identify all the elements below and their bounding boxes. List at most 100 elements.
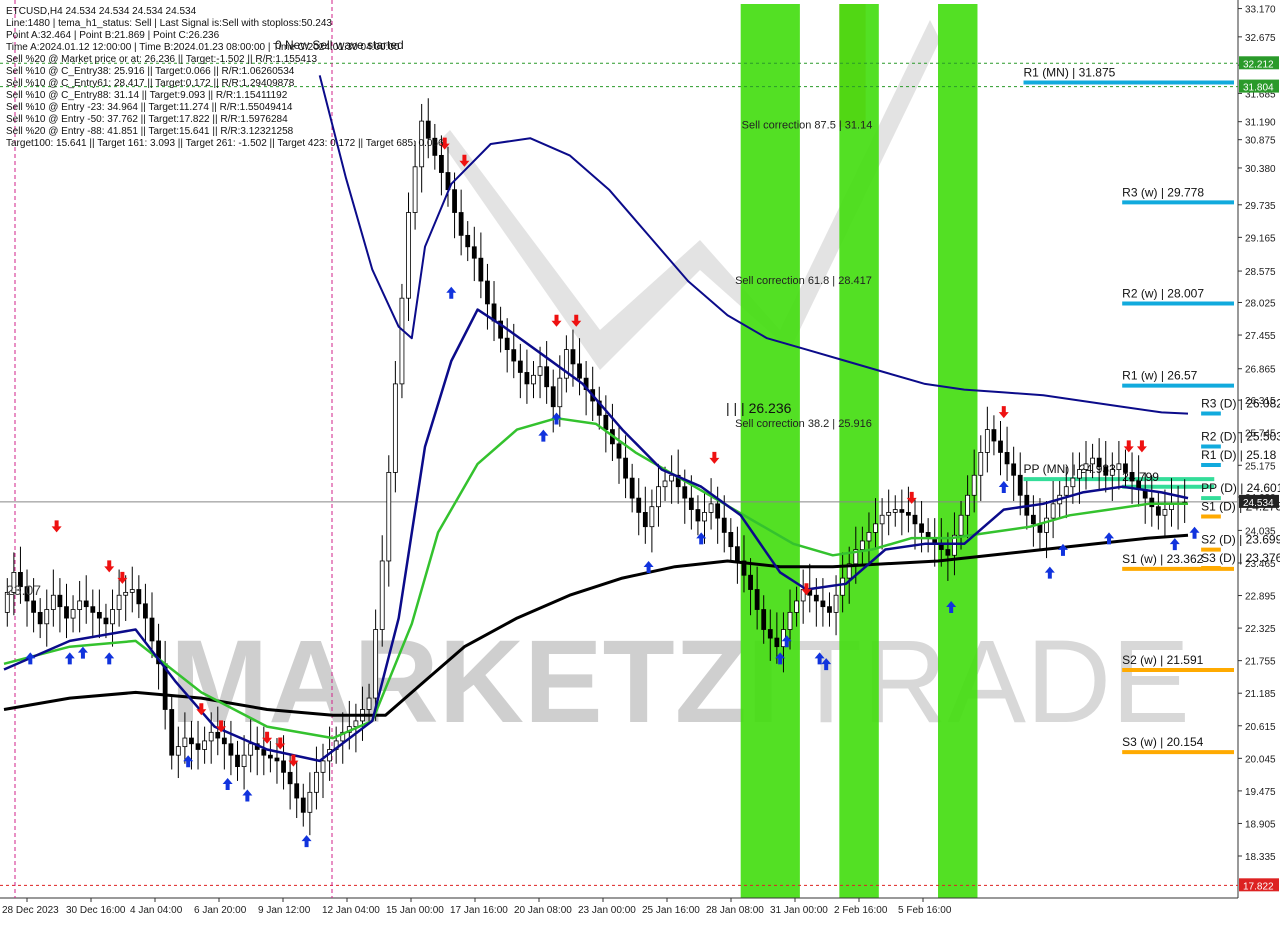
y-tick-label: 27.455 [1245,331,1276,342]
candle-body [261,749,267,756]
candle-body [827,606,832,613]
candle-body [642,512,648,528]
candle-body [774,637,780,648]
candle-body [1116,463,1122,470]
candle-body [300,797,306,813]
level-label: PP (MN) | 24.933 [1024,462,1117,476]
candle-body [373,629,379,699]
candle-body [1129,472,1135,482]
candle-body [978,452,984,476]
candle-body [813,594,819,602]
y-tick-label: 30.380 [1245,164,1276,175]
candle-body [386,472,392,562]
candle-body [103,617,109,625]
candle-body [708,503,714,513]
candle-body [1149,497,1155,508]
y-tick-label: 23.465 [1245,559,1276,570]
wave-label: 0 New Sell wave started [275,38,404,52]
candle-body [110,609,115,625]
correction-zone [740,4,800,898]
candle-body [906,512,911,516]
y-tick-label: 24.035 [1245,526,1276,537]
y-tick-label: 29.165 [1245,233,1276,244]
candle-body [531,374,536,385]
y-tick-label: 20.045 [1245,754,1276,765]
watermark-brand-bold: MARKETZI [170,616,780,748]
candle-body [504,337,510,351]
candle-body [50,594,56,610]
x-tick-label: 12 Jan 04:00 [322,905,380,916]
candle-body [550,386,556,408]
y-tick-label: 18.905 [1245,819,1276,830]
level-label: S2 (w) | 21.591 [1122,653,1203,667]
candle-body [1011,463,1017,476]
y-tick-label: 21.755 [1245,657,1276,668]
x-tick-label: 23 Jan 00:00 [578,905,636,916]
candle-body [965,494,971,516]
candle-body [728,532,734,548]
candle-body [998,440,1003,453]
candle-body [465,234,471,248]
candle-body [314,771,319,793]
level-label: S3 (w) | 20.154 [1122,735,1203,749]
candle-body [267,754,273,759]
x-tick-label: 2 Feb 16:00 [834,905,888,916]
candle-body [1083,463,1089,470]
level-label: R1 (w) | 26.57 [1122,369,1197,383]
candle-body [702,512,707,522]
candle-body [820,600,826,608]
info-line: Line:1480 | tema_h1_status: Sell | Last … [6,18,332,29]
candle-body [623,457,628,479]
candle-body [840,577,846,596]
info-line: Sell %20 @ Entry -88: 41.851 || Target:1… [6,126,294,137]
candle-body [143,603,148,619]
info-line: Sell %20 @ Market price or at: 26.236 ||… [6,54,318,65]
candle-body [123,591,129,596]
candle-body [471,246,477,259]
candle-body [945,549,951,556]
candle-body [57,594,63,608]
x-tick-label: 31 Jan 00:00 [770,905,828,916]
candle-body [971,474,977,496]
candle-body [767,629,773,639]
y-tick-label: 22.325 [1245,624,1276,635]
candle-body [96,611,102,619]
y-tick-label: 19.475 [1245,787,1276,798]
level-label: S1 (w) | 23.362 [1122,552,1203,566]
candle-body [919,523,924,533]
level-label: R1 (D) | 25.18 [1201,448,1276,462]
candle-body [379,560,385,630]
x-tick-label: 30 Dec 16:00 [66,905,126,916]
info-line: Sell %10 @ C_Entry61: 28.417 || Target:0… [6,78,295,89]
candle-body [537,366,543,376]
candle-body [695,509,701,522]
x-tick-label: 15 Jan 00:00 [386,905,444,916]
y-tick-label: 32.675 [1245,33,1276,44]
y-tick-label: 25.175 [1245,461,1276,472]
candle-body [524,372,530,385]
candle-body [189,737,194,745]
candle-body [1070,477,1076,488]
candle-body [833,594,839,613]
candle-body [248,743,254,756]
info-line: Point A:32.464 | Point B:21.869 | Point … [6,30,220,41]
candle-body [44,609,50,625]
candle-body [656,486,661,508]
x-tick-label: 4 Jan 04:00 [130,905,183,916]
candle-body [859,540,865,550]
correction-label: Sell correction 38.2 | 25.916 [735,418,872,430]
candle-body [616,443,622,459]
candle-body [1155,506,1161,516]
candle-body [129,589,135,593]
y-tick-label: 26.865 [1245,365,1276,376]
candle-body [149,617,155,642]
chart-window[interactable]: MARKETZI TRADE R1 (MN) | 31.875 R3 (w) | … [0,0,1280,920]
candle-body [1030,514,1036,525]
x-tick-label: 28 Dec 2023 [2,905,59,916]
candle-body [570,349,576,365]
candle-body [215,731,221,739]
info-line: Sell %10 @ C_Entry88: 31.14 || Target:9.… [6,90,288,101]
candle-body [182,737,188,748]
candle-body [1109,469,1115,476]
candle-body [682,486,688,499]
